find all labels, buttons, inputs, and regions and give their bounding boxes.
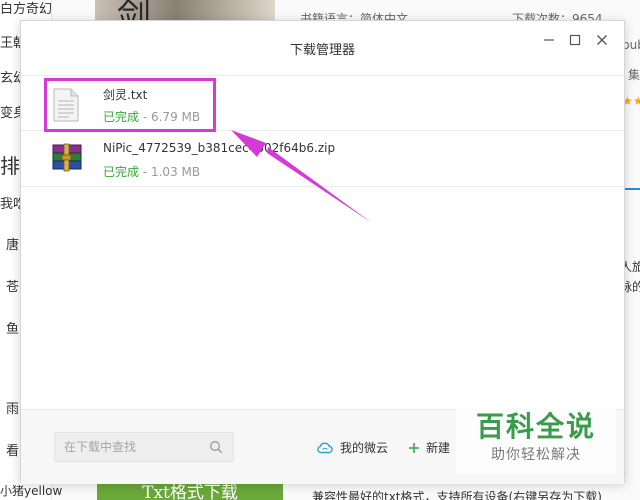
dialog-title: 下载管理器 [289, 43, 355, 58]
bg-text: 集 [628, 68, 640, 82]
minimize-icon [544, 39, 554, 41]
close-icon [597, 35, 607, 45]
bg-left-text: 鱼 [6, 322, 20, 337]
status-completed: 已完成 [103, 110, 140, 124]
winrar-archive-icon [51, 143, 82, 177]
search-input[interactable] [55, 433, 205, 461]
bg-download-hint: 兼容性最好的txt格式，支持所有设备(右键另存为下载) [312, 490, 602, 500]
status-completed: 已完成 [103, 165, 140, 179]
download-item[interactable]: 剑灵.txt 已完成 - 6.79 MB [21, 75, 624, 131]
bg-left-text: 看 [6, 444, 20, 459]
download-item[interactable]: NiPic_4772539_b381cec4802f64b6.zip 已完成 -… [21, 131, 624, 187]
file-name: NiPic_4772539_b381cec4802f64b6.zip [103, 141, 336, 155]
file-name: 剑灵.txt [103, 88, 148, 102]
search-icon[interactable] [209, 440, 223, 454]
watermark-title: 百科全说 [475, 410, 596, 443]
file-status: 已完成 - 1.03 MB [103, 165, 201, 179]
file-size: 6.79 MB [150, 110, 201, 124]
bg-left-text: 雨 [6, 402, 20, 417]
bg-left-text: 苍 [6, 280, 20, 295]
maximize-icon [569, 34, 581, 46]
bg-left-heading: 排 [0, 154, 20, 178]
maximize-button[interactable] [564, 29, 586, 51]
bg-left-text: 唐 [6, 238, 20, 253]
download-search-box[interactable] [54, 432, 234, 462]
text-file-icon [51, 88, 81, 122]
minimize-button[interactable] [538, 29, 560, 51]
file-size: 1.03 MB [150, 165, 201, 179]
new-label: 新建 [426, 441, 451, 455]
watermark-logo: 百科全说 助你轻松解决 [456, 408, 616, 474]
weiyun-label: 我的微云 [340, 441, 389, 455]
close-button[interactable] [591, 29, 613, 51]
bg-left-text: 白方奇幻 [0, 2, 53, 17]
title-bar[interactable]: 下载管理器 [21, 21, 624, 75]
weiyun-cloud-icon [317, 442, 333, 454]
new-download-button[interactable]: 新建 [408, 439, 450, 456]
weiyun-button[interactable]: 我的微云 [316, 439, 388, 456]
plus-icon [409, 442, 419, 453]
file-status: 已完成 - 6.79 MB [103, 110, 201, 124]
bg-left-text: 小猪yellow [0, 484, 63, 498]
watermark-subtitle: 助你轻松解决 [491, 447, 581, 463]
